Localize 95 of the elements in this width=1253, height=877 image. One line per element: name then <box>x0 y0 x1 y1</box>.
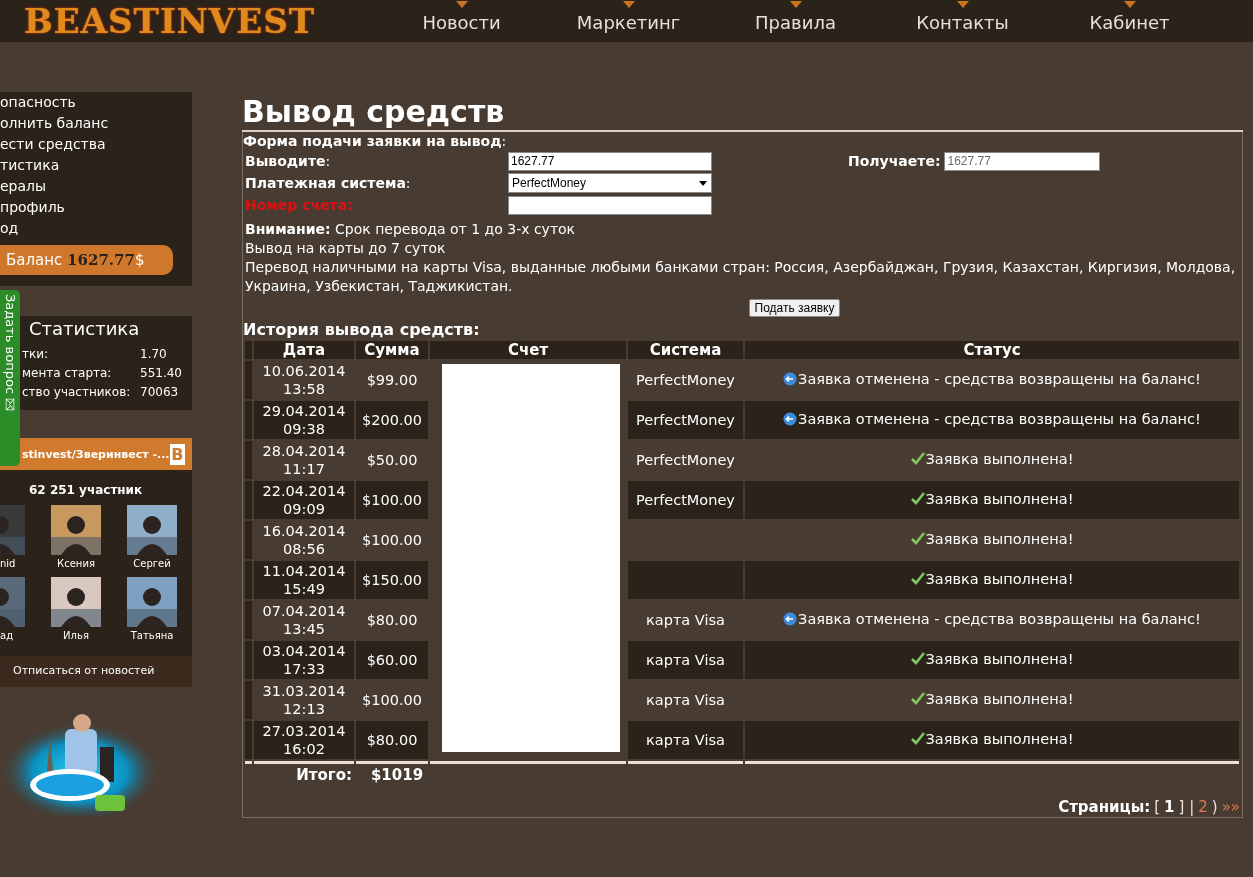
amount-field[interactable]: 1627.77 <box>508 151 712 171</box>
menu-item[interactable]: опасность <box>0 92 192 113</box>
column-header: Система <box>628 341 743 359</box>
menu-item[interactable]: од <box>0 218 192 239</box>
history-title: История вывода средств: <box>243 320 481 339</box>
pager-separator: [ <box>1154 798 1161 816</box>
check-icon <box>910 692 925 706</box>
status-text: Заявка выполнена! <box>910 450 1074 468</box>
nav-link[interactable]: Новости <box>422 9 501 33</box>
account-field[interactable] <box>508 195 712 215</box>
date-cell: 27.03.2014 16:02 <box>254 721 354 759</box>
page-link[interactable]: 1 <box>1164 798 1175 816</box>
member-name: nid <box>0 557 16 571</box>
stat-label: ство участников: <box>22 384 132 401</box>
member-name: Татьяна <box>130 629 174 643</box>
check-icon <box>910 452 925 466</box>
check-icon <box>910 652 925 666</box>
triangle-icon <box>622 0 635 8</box>
date-cell: 29.04.2014 09:38 <box>254 401 354 439</box>
menu-item[interactable]: профиль <box>0 197 192 218</box>
member-name: Сергей <box>133 557 171 571</box>
status-text: Заявка выполнена! <box>910 490 1074 508</box>
field-label: Платежная система: <box>245 175 412 191</box>
envelope-icon <box>5 398 15 411</box>
amount-cell: $100.00 <box>356 481 428 519</box>
submit-button[interactable]: Подать заявку <box>748 299 841 317</box>
status-text: Заявка отменена - средства возвращены на баланс! <box>783 410 1201 428</box>
member-name: Ксения <box>57 557 95 571</box>
stat-label: мента старта: <box>22 365 113 382</box>
field-label: Получаете: <box>848 153 941 169</box>
stat-label: тки: <box>22 346 50 363</box>
form-legend: Форма подачи заявки на вывод: <box>243 132 1242 150</box>
page-title: Вывод средств <box>242 94 1243 132</box>
column-header: Счет <box>430 341 626 359</box>
nav-link[interactable]: Кабинет <box>1089 9 1170 33</box>
nav-link[interactable]: Контакты <box>916 9 1009 33</box>
column-header: Статус <box>745 341 1239 359</box>
check-icon <box>910 572 925 586</box>
field-label: Выводите: <box>245 153 332 169</box>
caret-icon <box>699 180 707 186</box>
unsubscribe-link[interactable]: Отписаться от новостей <box>0 656 192 687</box>
check-icon <box>910 732 925 746</box>
nav-link[interactable]: Маркетинг <box>576 9 681 33</box>
menu-item[interactable]: тистика <box>0 155 192 176</box>
nav-link[interactable]: Правила <box>755 9 836 33</box>
ask-question-tab[interactable]: Задать вопрос <box>0 290 20 466</box>
page-link[interactable]: 2 <box>1198 798 1208 816</box>
payment-system-dropdown[interactable]: PerfectMoney <box>508 173 712 193</box>
stat-value: 1.70 <box>140 346 167 363</box>
stat-value: 70063 <box>140 384 179 401</box>
date-cell: 11.04.2014 15:49 <box>254 561 354 599</box>
menu-item[interactable]: олнить баланс <box>0 113 192 134</box>
system-cell: PerfectMoney <box>628 481 743 519</box>
amount-cell: $200.00 <box>356 401 428 439</box>
notice-text: Перевод наличными на карты Visa, выданные любыми банками стран: Россия, Азербайджан, Грузия, Казахстан, Киргизия, Молдова, Украина, Узбекистан, Таджикистан. <box>245 258 1237 296</box>
next-pages-link[interactable]: »» <box>1221 798 1240 816</box>
logo[interactable]: BEASTINVEST <box>24 1 384 41</box>
status-text: Заявка выполнена! <box>910 730 1074 748</box>
balance-button[interactable]: Баланс 1627.77$ <box>0 245 173 275</box>
triangle-icon <box>455 0 468 8</box>
status-text: Заявка выполнена! <box>910 530 1074 548</box>
system-cell: PerfectMoney <box>628 401 743 439</box>
notice-text: Вывод на карты до 7 суток <box>245 239 447 258</box>
menu-item[interactable]: ести средства <box>0 134 192 155</box>
member-name: Илья <box>63 629 89 643</box>
status-text: Заявка выполнена! <box>910 570 1074 588</box>
check-icon <box>910 532 925 546</box>
notice-text: Внимание: Срок перевода от 1 до 3-х суток <box>245 220 577 239</box>
stat-value: 551.40 <box>140 365 182 382</box>
menu-item[interactable]: ералы <box>0 176 192 197</box>
field-label: Номер счета: <box>245 197 354 213</box>
pager-label: Страницы: <box>1058 798 1151 816</box>
pager-separator: ) <box>1211 798 1218 816</box>
pager-separator: ] | <box>1178 798 1195 816</box>
status-text: Заявка выполнена! <box>910 690 1074 708</box>
column-header: Дата <box>254 341 354 359</box>
date-cell: 03.04.2014 17:33 <box>254 641 354 679</box>
total-label: Итого: <box>296 766 352 784</box>
system-cell: карта Visa <box>628 721 743 759</box>
triangle-icon <box>956 0 969 8</box>
triangle-icon <box>789 0 802 8</box>
status-text: Заявка отменена - средства возвращены на баланс! <box>783 370 1201 388</box>
total-value: $1019 <box>369 766 424 784</box>
status-text: Заявка выполнена! <box>910 650 1074 668</box>
amount-cell: $80.00 <box>356 721 428 759</box>
check-icon <box>910 492 925 506</box>
system-cell: карта Visa <box>628 641 743 679</box>
amount-cell: $150.00 <box>356 561 428 599</box>
member-count: 62 251 участник <box>28 482 144 497</box>
status-text: Заявка отменена - средства возвращены на баланс! <box>783 610 1201 628</box>
date-cell: 22.04.2014 09:09 <box>254 481 354 519</box>
member-name: ад <box>0 629 14 643</box>
column-header: Сумма <box>356 341 428 359</box>
amount-cell: $60.00 <box>356 641 428 679</box>
triangle-icon <box>1123 0 1136 8</box>
